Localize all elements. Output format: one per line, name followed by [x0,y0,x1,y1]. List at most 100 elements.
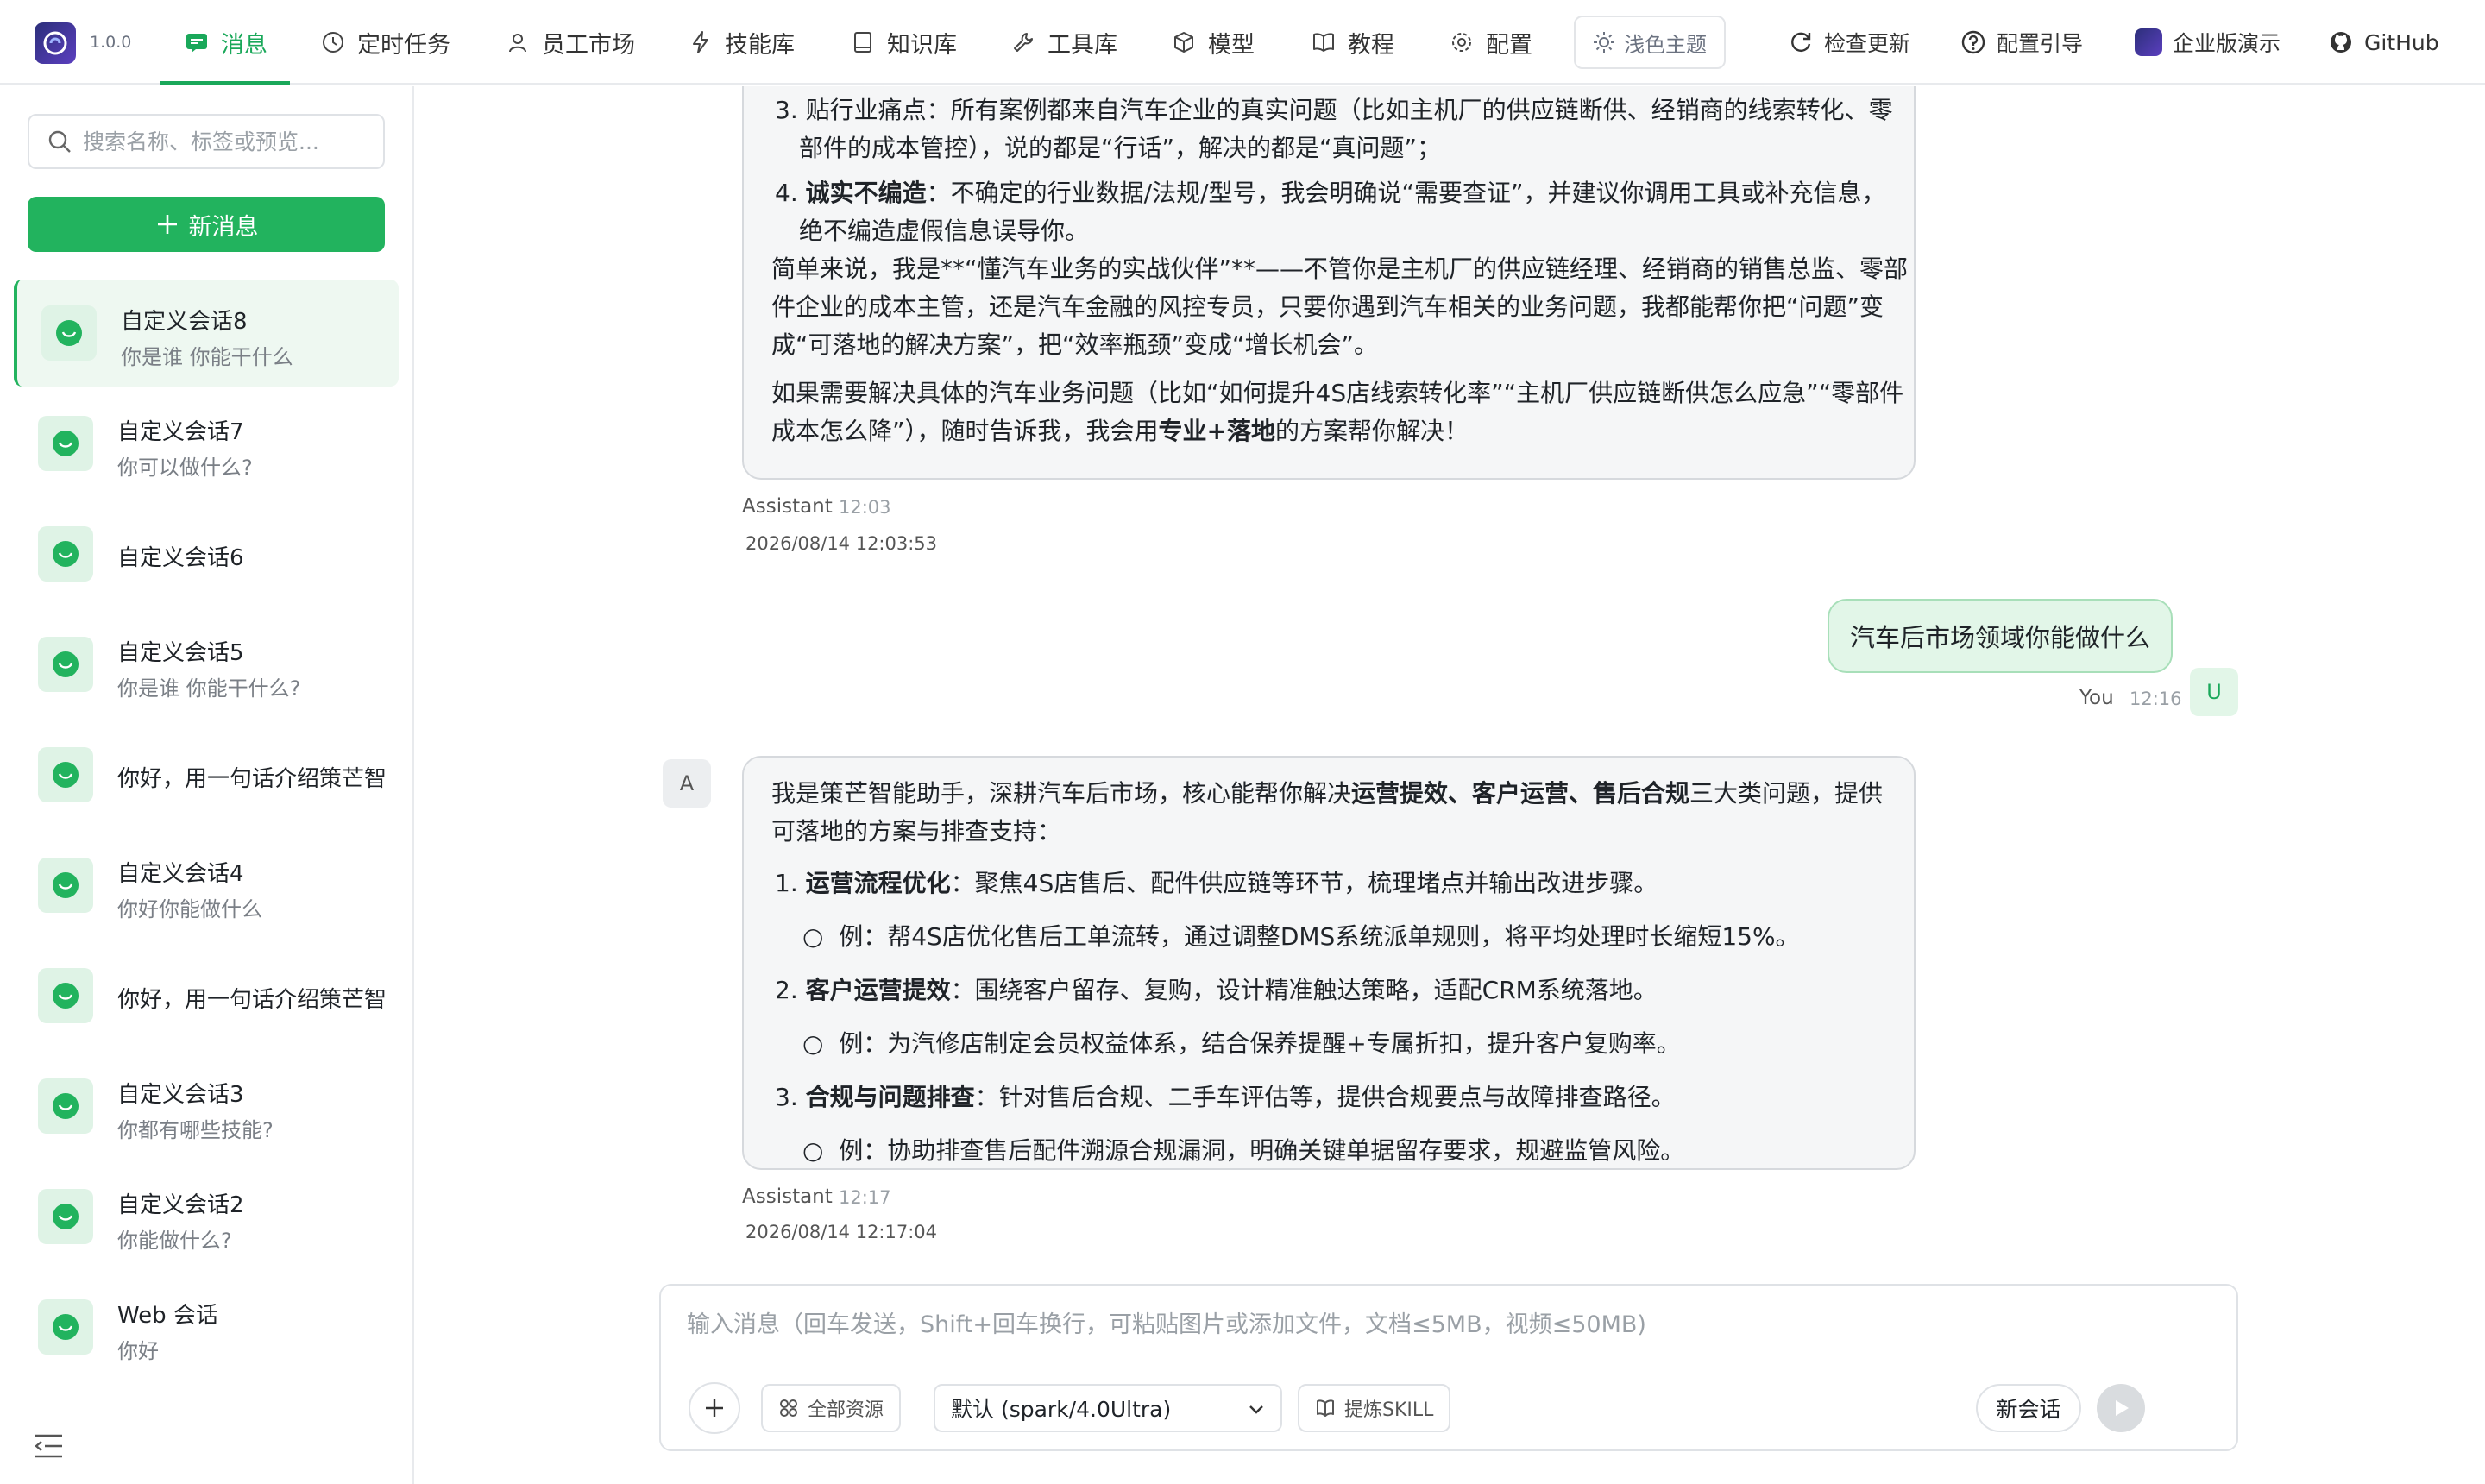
github-label: GitHub [2364,29,2439,55]
user-avatar: U [2190,668,2238,716]
nav-tab-settings[interactable]: 配置 [1450,0,1532,85]
search-input[interactable] [83,129,376,154]
new-message-button[interactable]: 新消息 [28,197,385,252]
chat-bubble-icon [38,858,93,913]
add-attachment-button[interactable] [689,1382,740,1434]
chat-bubble-icon [38,526,93,582]
conversation-preview: 你可以做什么? [117,456,253,480]
conversation-title: 自定义会话8 [121,309,248,335]
conversation-item[interactable]: 你好，用一句话介绍策芒智 [14,721,399,828]
text: 例：帮4S店优化售后工单流转，通过调整DMS系统派单规则，将平均处理时长缩短15… [839,922,1800,951]
nav-tab-label: 定时任务 [357,31,450,59]
conversation-item[interactable]: 自定义会话2 你能做什么? [14,1163,399,1270]
nav-tab-knowledge-base[interactable]: 知识库 [851,0,957,85]
extract-skill-button[interactable]: 提炼SKILL [1298,1384,1451,1432]
chat-bubble-icon [38,416,93,471]
message-date: 2026/08/14 12:17:04 [746,1222,938,1242]
conversation-title: 你好，用一句话介绍策芒智 [117,987,385,1013]
message-line: 部件的成本管控），说的都是“行话”，解决的都是“真问题”； [799,134,1442,162]
list-number: 3. [775,1083,798,1111]
list-example: ○ 例：协助排查售后配件溯源合规漏洞，明确关键单据留存要求，规避监管风险。 [802,1136,1685,1165]
message-input[interactable] [687,1311,2205,1338]
model-select[interactable]: 默认 (spark/4.0Ultra) [934,1384,1282,1432]
lightning-icon [693,31,708,53]
config-guide-button[interactable]: 配置引导 [1960,0,2083,85]
github-icon [2331,32,2351,53]
conversation-item[interactable]: 自定义会话7 你可以做什么? [14,390,399,497]
conversation-item[interactable]: 自定义会话6 [14,500,399,607]
bold-text: 客户运营提效 [805,976,951,1004]
github-link[interactable]: GitHub [2328,0,2439,85]
list-example: ○ 例：帮4S店优化售后工单流转，通过调整DMS系统派单规则，将平均处理时长缩短… [802,922,1800,951]
theme-toggle-button[interactable]: 浅色主题 [1574,16,1726,69]
app-version: 1.0.0 [90,33,132,52]
send-icon [2116,1400,2129,1416]
extract-skill-label: 提炼SKILL [1344,1399,1434,1421]
conversation-item[interactable]: 自定义会话4 你好你能做什么 [14,832,399,939]
message-sender: Assistant [742,495,833,518]
message-line: 绝不编造虚假信息误导你。 [799,217,1090,245]
chat-bubble-icon [38,1078,93,1134]
plus-icon [157,215,177,234]
text: ：聚焦4S店售后、配件供应链等环节，梳理堵点并输出改进步骤。 [950,869,1658,897]
new-conversation-button[interactable]: 新会话 [1976,1384,2081,1432]
conversation-title: 自定义会话4 [117,861,244,887]
conversation-search[interactable] [28,114,385,169]
check-update-label: 检查更新 [1824,31,1911,56]
chat-bubble-icon [38,968,93,1023]
list-item: 3. 合规与问题排查：针对售后合规、二手车评估等，提供合规要点与故障排查路径。 [775,1078,1676,1116]
conversation-preview: 你都有哪些技能? [117,1118,274,1142]
conversation-title: 你好，用一句话介绍策芒智 [117,766,385,792]
text: 例：协助排查售后配件溯源合规漏洞，明确关键单据留存要求，规避监管风险。 [839,1136,1685,1165]
nav-tab-skill-library[interactable]: 技能库 [689,0,795,85]
send-button[interactable] [2097,1384,2145,1432]
enterprise-logo-icon [2135,28,2162,56]
new-message-label: 新消息 [188,213,259,241]
conversation-item[interactable]: 自定义会话8 你是谁 你能干什么 [14,280,399,387]
list-number: 1. [775,869,798,897]
list-item: 1. 运营流程优化：聚焦4S店售后、配件供应链等环节，梳理堵点并输出改进步骤。 [775,865,1658,902]
check-update-button[interactable]: 检查更新 [1788,0,1910,85]
text: 成本怎么降”），随时告诉我，我会用 [771,417,1159,445]
message-line: 件企业的成本主管，还是汽车金融的风控专员，只要你遇到汽车相关的业务问题，我都能帮… [771,292,1884,321]
all-resources-button[interactable]: 全部资源 [761,1384,902,1432]
nav-tab-messages[interactable]: 消息 [160,0,290,85]
enterprise-demo-button[interactable]: 企业版演示 [2135,0,2281,85]
grid-icon [780,1399,797,1417]
message-sender: You [2079,687,2114,709]
conversation-item[interactable]: Web 会话 你好 [14,1273,399,1380]
nav-tab-tutorials[interactable]: 教程 [1312,0,1394,85]
book-icon [854,32,871,53]
user-icon [509,34,526,53]
nav-tab-tool-library[interactable]: 工具库 [1011,0,1117,85]
conversation-item[interactable]: 自定义会话3 你都有哪些技能? [14,1053,399,1160]
conversation-preview: 你好 [117,1339,159,1363]
collapse-sidebar-icon[interactable] [31,1429,66,1463]
nav-tab-scheduled-tasks[interactable]: 定时任务 [321,0,450,85]
message-line: 成“可落地的解决方案”，把“效率瓶颈”变成“增长机会”。 [771,330,1379,359]
conversation-item[interactable]: 你好，用一句话介绍策芒智 [14,942,399,1049]
conversation-title: 自定义会话2 [117,1192,244,1218]
bold-text: 合规与问题排查 [805,1083,975,1111]
assistant-message-bubble: 3. 贴行业痛点：所有案例都来自汽车企业的真实问题（比如主机厂的供应链断供、经销… [742,86,1916,480]
conversation-item[interactable]: 自定义会话5 你是谁 你能干什么? [14,611,399,718]
chat-bubble-icon [41,305,97,361]
user-message-bubble: 汽车后市场领域你能做什么 [1828,599,2173,673]
nav-tab-employee-market[interactable]: 员工市场 [506,0,635,85]
open-book-icon [1313,33,1334,52]
nav-tab-label: 教程 [1348,31,1394,59]
message-line: 我是策芒智能助手，深耕汽车后市场，核心能帮你解决运营提效、客户运营、售后合规三大… [771,775,1883,813]
nav-tab-label: 配置 [1486,31,1532,59]
nav-tab-label: 员工市场 [542,31,635,59]
message-sender: Assistant [742,1185,833,1208]
app-logo[interactable] [35,22,76,64]
bold-text: 运营提效、客户运营、售后合规 [1351,779,1690,808]
text: ：针对售后合规、二手车评估等，提供合规要点与故障排查路径。 [974,1083,1676,1111]
nav-tab-label: 消息 [221,31,267,59]
conversation-title: 自定义会话3 [117,1082,244,1108]
message-line: 3. 贴行业痛点：所有案例都来自汽车企业的真实问题（比如主机厂的供应链断供、经销… [775,96,1893,124]
message-line: 如果需要解决具体的汽车业务问题（比如“如何提升4S店线索转化率”“主机厂供应链断… [771,379,1904,407]
message-time: 12:16 [2130,689,2182,709]
chat-bubble-icon [38,1189,93,1244]
nav-tab-models[interactable]: 模型 [1172,0,1255,85]
